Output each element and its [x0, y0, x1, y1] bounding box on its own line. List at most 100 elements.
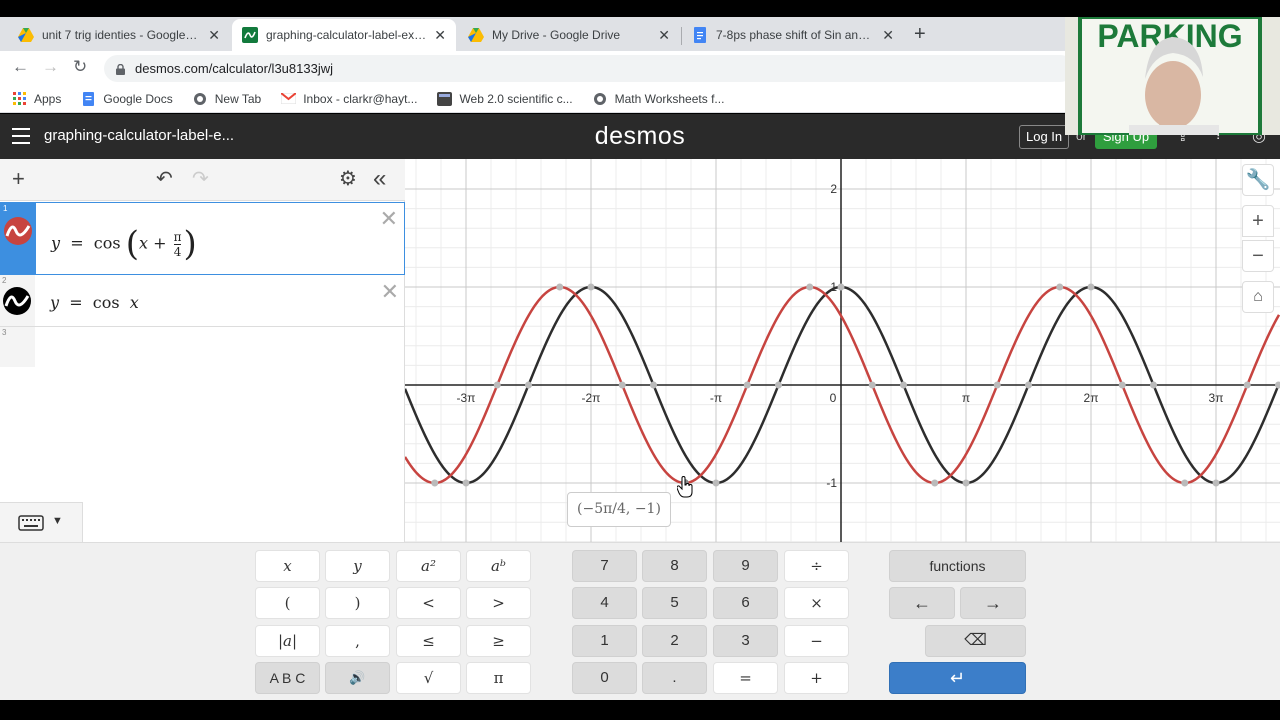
graph-paper[interactable]: -3π -2π -π 0 π 2π 3π 2 1 -1 🔧 + − ⌂ — [405, 159, 1280, 542]
y-tick-label: 2 — [830, 182, 837, 196]
point-of-interest — [462, 479, 470, 487]
undo-icon[interactable]: ↶ — [156, 167, 173, 191]
apps-grid-icon — [12, 91, 27, 106]
tab-unit-7-trig[interactable]: unit 7 trig identies - Google Drive ✕ — [8, 19, 230, 51]
point-of-interest — [1275, 381, 1280, 389]
fraction: π4 — [173, 229, 182, 259]
key-open-paren[interactable]: ( — [255, 587, 320, 619]
login-button[interactable]: Log In — [1019, 125, 1070, 149]
screen: unit 7 trig identies - Google Drive ✕ gr… — [0, 0, 1280, 720]
key-1[interactable]: 1 — [572, 625, 637, 657]
tab-phase-shift-doc[interactable]: 7-8ps phase shift of Sin and Cos ✕ — [682, 19, 904, 51]
key-3[interactable]: 3 — [713, 625, 778, 657]
keyboard-toggle[interactable]: ▼ — [0, 502, 83, 542]
point-of-interest — [1150, 381, 1157, 389]
y-tick-label: -1 — [826, 476, 837, 490]
expression-row-1[interactable]: 1 y = cos (x + π 4) ✕ — [0, 202, 405, 275]
point-of-interest — [1056, 283, 1064, 291]
key-leq[interactable]: ≤ — [396, 625, 461, 657]
key-close-paren[interactable]: ) — [325, 587, 390, 619]
bookmark-new-tab[interactable]: New Tab — [193, 91, 261, 106]
point-of-interest — [1025, 381, 1032, 389]
key-0[interactable]: 0 — [572, 662, 637, 694]
key-minus[interactable]: − — [784, 625, 849, 657]
wrench-icon[interactable]: 🔧 — [1242, 164, 1274, 196]
gmail-icon — [281, 91, 297, 106]
key-multiply[interactable]: × — [784, 587, 849, 619]
desmos-icon — [242, 27, 258, 43]
key-x[interactable]: x — [255, 550, 320, 582]
key-geq[interactable]: ≥ — [466, 625, 531, 657]
point-of-interest — [650, 381, 657, 389]
reload-icon[interactable]: ↻ — [73, 58, 87, 76]
key-divide[interactable]: ÷ — [784, 550, 849, 582]
key-9[interactable]: 9 — [713, 550, 778, 582]
delete-expression-icon[interactable]: ✕ — [381, 281, 399, 303]
forward-icon[interactable]: → — [42, 58, 59, 76]
hand-cursor-icon — [677, 476, 693, 498]
key-7[interactable]: 7 — [572, 550, 637, 582]
key-a-squared[interactable]: a² — [396, 550, 461, 582]
google-docs-icon — [692, 27, 708, 43]
add-item-icon[interactable]: + — [12, 167, 25, 191]
key-abs[interactable]: |a| — [255, 625, 320, 657]
collapse-panel-icon[interactable]: « — [373, 167, 386, 191]
backspace-key[interactable]: ⌫ — [925, 625, 1026, 657]
key-sqrt[interactable]: √ — [396, 662, 461, 694]
key-plus[interactable]: + — [784, 662, 849, 694]
key-4[interactable]: 4 — [572, 587, 637, 619]
key-decimal[interactable]: . — [642, 662, 707, 694]
bookmark-apps[interactable]: Apps — [12, 91, 61, 106]
expression-math[interactable]: y = cos x — [50, 293, 139, 312]
key-2[interactable]: 2 — [642, 625, 707, 657]
key-greater-than[interactable]: > — [466, 587, 531, 619]
redo-icon[interactable]: ↷ — [192, 167, 209, 191]
address-bar[interactable]: desmos.com/calculator/l3u8133jwj — [104, 55, 1074, 82]
key-6[interactable]: 6 — [713, 587, 778, 619]
new-tab-icon[interactable]: + — [914, 24, 926, 44]
bookmark-google-docs[interactable]: Google Docs — [81, 91, 173, 106]
key-5[interactable]: 5 — [642, 587, 707, 619]
enter-key[interactable]: ↵ — [889, 662, 1026, 694]
graph-color-icon[interactable] — [3, 287, 31, 315]
video-bottom-bar — [0, 700, 1280, 720]
math-keypad: x y a² aᵇ ( ) < > |a| , ≤ ≥ A B C 🔊 √ π … — [0, 542, 1280, 700]
zoom-in-icon[interactable]: + — [1242, 205, 1274, 237]
close-tab-icon[interactable]: ✕ — [882, 27, 894, 44]
key-comma[interactable]: , — [325, 625, 390, 657]
expression-row-2[interactable]: 2 y = cos x ✕ — [0, 275, 405, 327]
key-a-power-b[interactable]: aᵇ — [466, 550, 531, 582]
bookmark-inbox[interactable]: Inbox - clarkr@hayt... — [281, 91, 417, 106]
calculator-icon — [437, 91, 453, 106]
bookmark-web20-calc[interactable]: Web 2.0 scientific c... — [437, 91, 573, 106]
zoom-out-icon[interactable]: − — [1242, 240, 1274, 272]
point-of-interest — [525, 381, 532, 389]
key-8[interactable]: 8 — [642, 550, 707, 582]
back-icon[interactable]: ← — [12, 58, 29, 76]
key-equals[interactable]: = — [713, 662, 778, 694]
functions-button[interactable]: functions — [889, 550, 1026, 582]
expression-math[interactable]: y = cos (x + π 4) — [51, 224, 197, 264]
point-of-interest — [431, 479, 439, 487]
delete-expression-icon[interactable]: ✕ — [380, 208, 398, 230]
gear-icon[interactable]: ⚙ — [339, 167, 357, 191]
close-tab-icon[interactable]: ✕ — [434, 27, 446, 44]
key-y[interactable]: y — [325, 550, 390, 582]
graph-canvas[interactable]: -3π -2π -π 0 π 2π 3π 2 1 -1 — [405, 159, 1280, 542]
tab-my-drive[interactable]: My Drive - Google Drive ✕ — [458, 19, 680, 51]
tab-desmos[interactable]: graphing-calculator-label-examp ✕ — [232, 19, 456, 51]
graph-color-icon[interactable] — [4, 217, 32, 245]
right-arrow-key[interactable]: → — [960, 587, 1026, 619]
home-icon[interactable]: ⌂ — [1242, 281, 1274, 313]
key-less-than[interactable]: < — [396, 587, 461, 619]
expression-row-3[interactable]: 3 — [0, 327, 405, 367]
close-tab-icon[interactable]: ✕ — [208, 27, 220, 44]
key-pi[interactable]: π — [466, 662, 531, 694]
left-arrow-key[interactable]: ← — [889, 587, 955, 619]
key-abc[interactable]: A B C — [255, 662, 320, 694]
bookmark-math-worksheets[interactable]: Math Worksheets f... — [593, 91, 724, 106]
close-tab-icon[interactable]: ✕ — [658, 27, 670, 44]
globe-icon — [193, 91, 208, 106]
speaker-icon[interactable]: 🔊 — [325, 662, 390, 694]
point-of-interest — [587, 283, 595, 291]
